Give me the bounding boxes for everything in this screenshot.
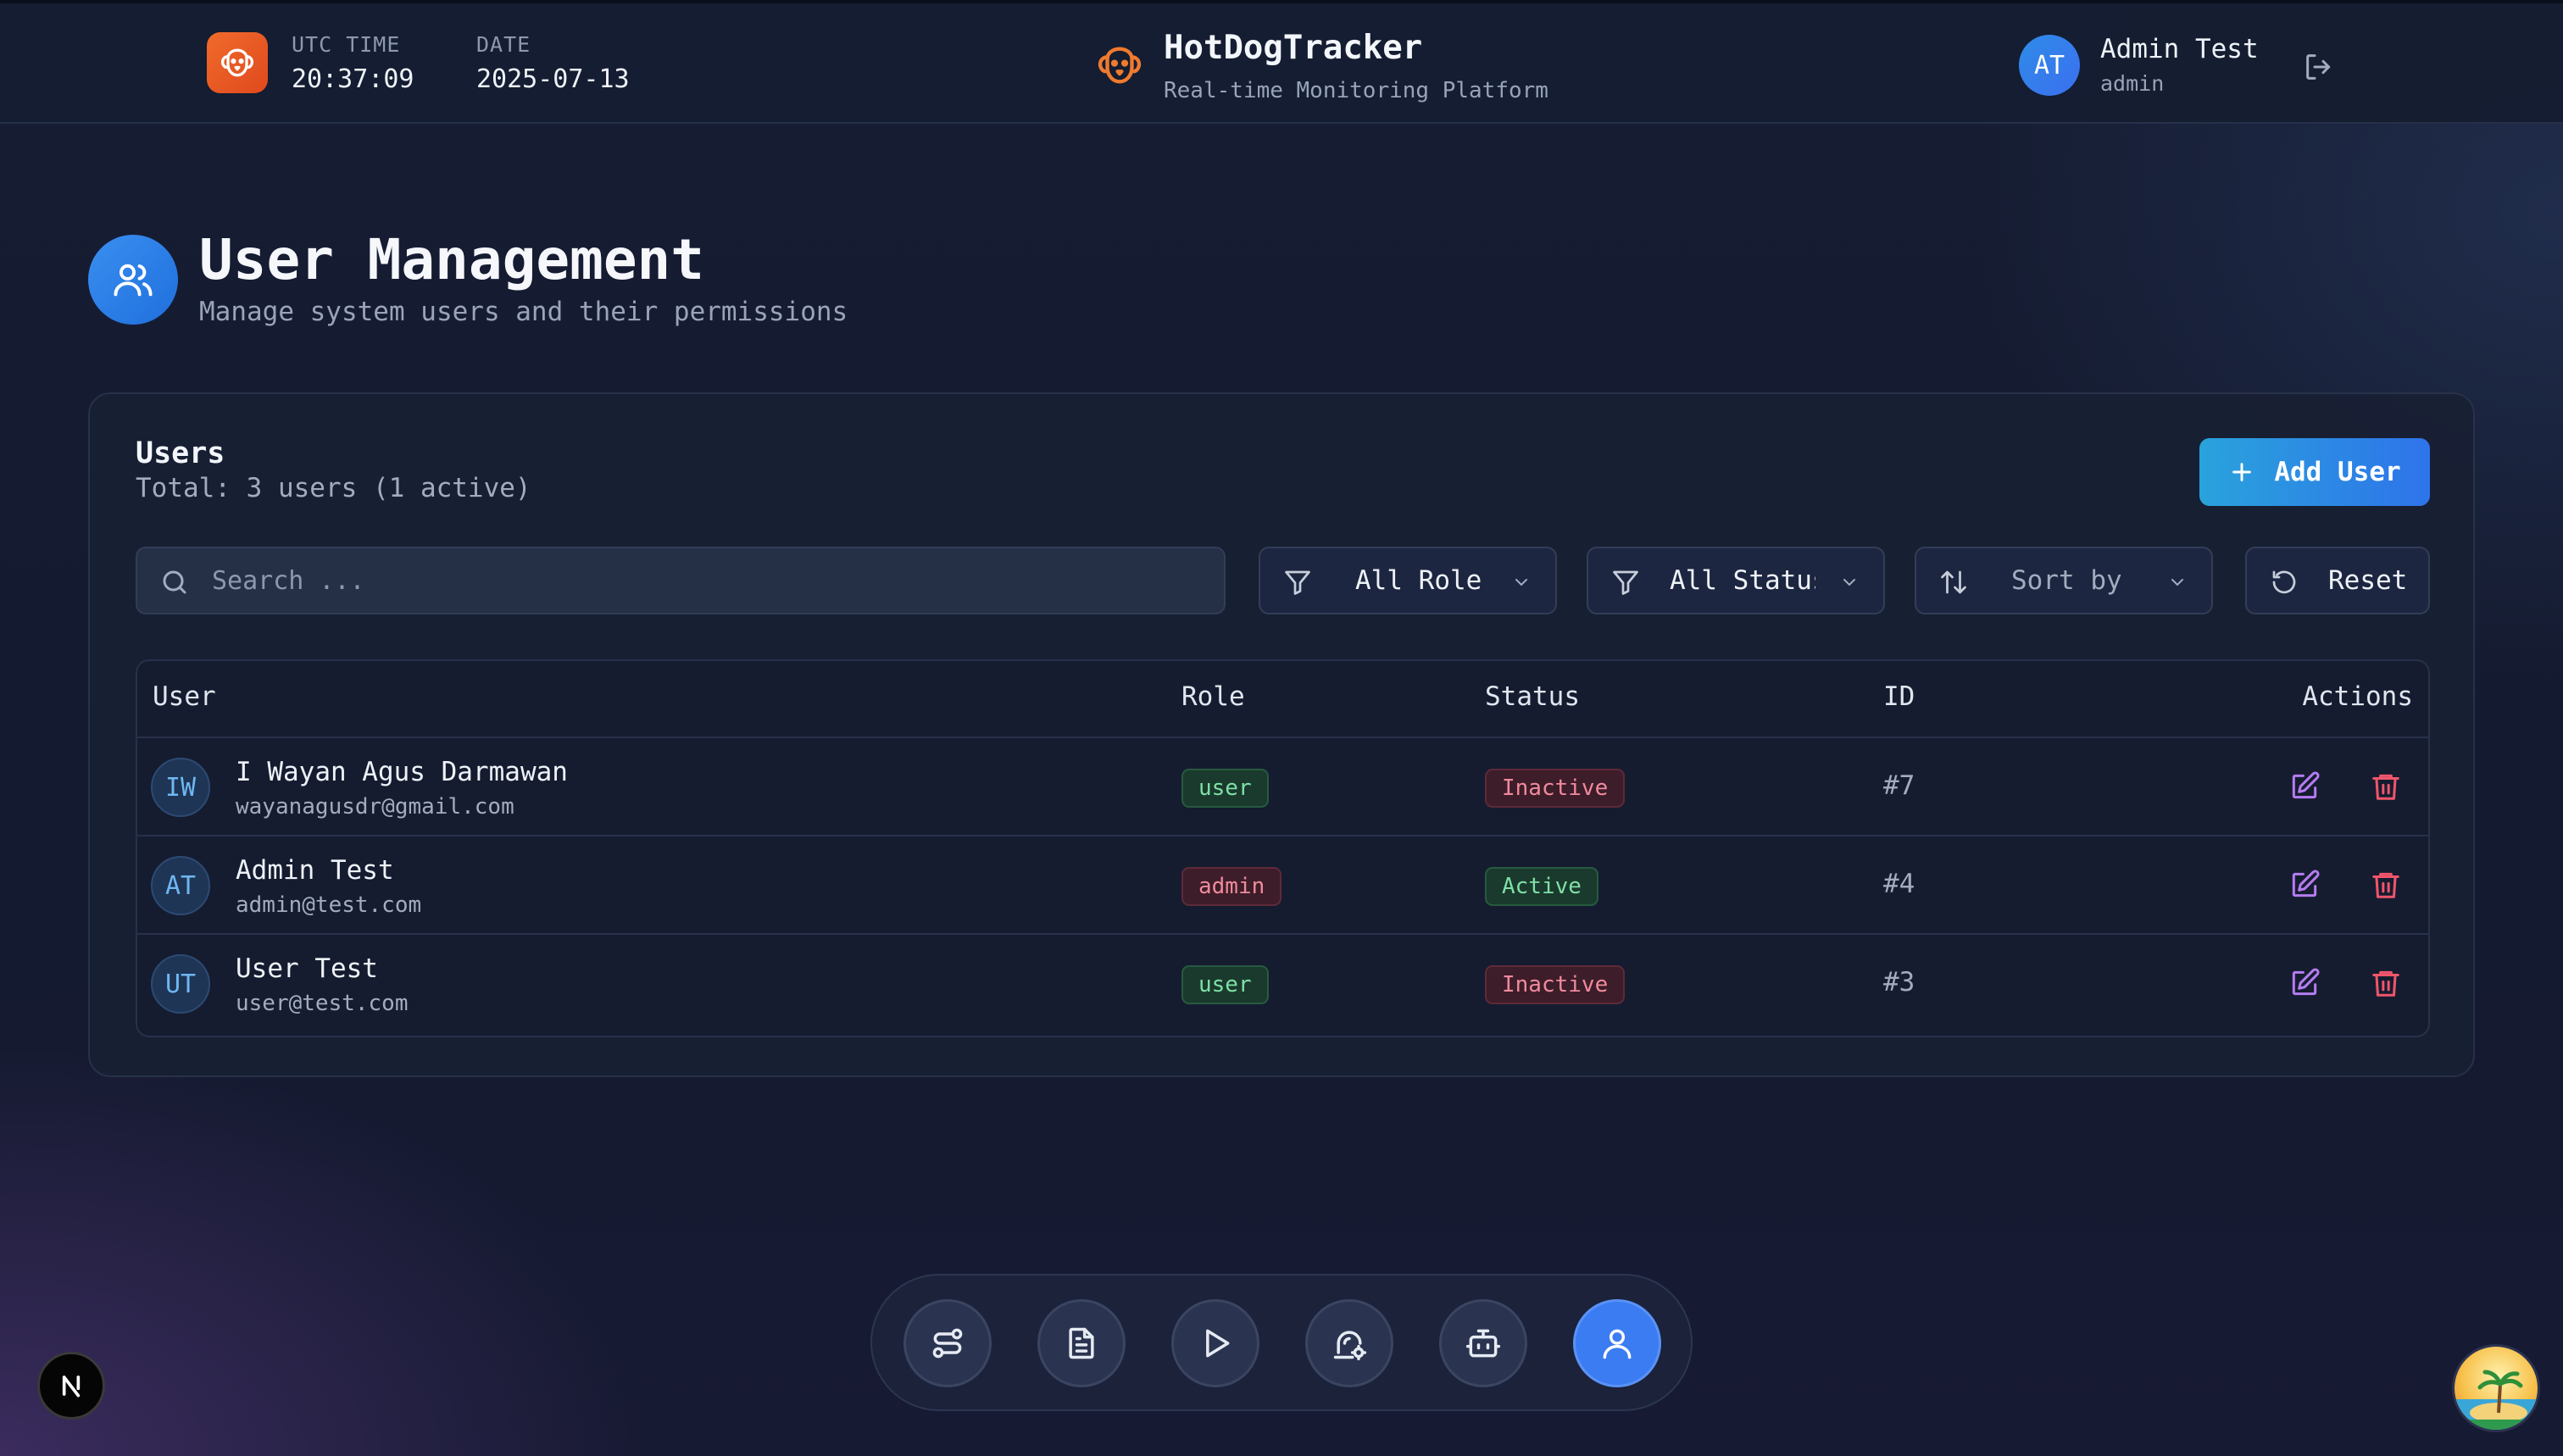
role-filter-value: All Role <box>1355 565 1482 596</box>
status-filter-select[interactable]: All Status <box>1587 547 1885 614</box>
play-icon <box>1206 1329 1230 1358</box>
dog-logo-icon <box>207 32 268 93</box>
document-icon <box>1069 1327 1094 1359</box>
route-icon <box>932 1328 963 1359</box>
bottom-dock <box>870 1274 1693 1411</box>
plus-icon <box>2232 463 2252 481</box>
column-header-status: Status <box>1485 681 1580 712</box>
status-badge: Inactive <box>1485 769 1626 808</box>
column-header-user: User <box>153 681 216 712</box>
dock-alarm-button[interactable] <box>1305 1299 1393 1387</box>
table-row: UT User Test user@test.com user Inactive… <box>137 935 2428 1033</box>
users-icon <box>88 235 178 325</box>
page-subtitle: Manage system users and their permission… <box>199 297 848 327</box>
avatar: AT <box>151 856 210 915</box>
date-value: 2025-07-13 <box>476 64 630 94</box>
table-row: IW I Wayan Agus Darmawan wayanagusdr@gma… <box>137 738 2428 836</box>
avatar: UT <box>151 954 210 1014</box>
table-row: AT Admin Test admin@test.com admin Activ… <box>137 836 2428 935</box>
reset-button[interactable]: Reset <box>2245 547 2430 614</box>
edit-icon[interactable] <box>2288 869 2321 901</box>
add-user-button[interactable]: Add User <box>2199 438 2430 506</box>
user-icon <box>1603 1329 1632 1359</box>
reset-label: Reset <box>2328 565 2408 596</box>
current-user-role: admin <box>2100 71 2165 96</box>
dock-route-button[interactable] <box>903 1299 992 1387</box>
dock-users-button[interactable] <box>1573 1299 1661 1387</box>
filter-icon <box>1613 570 1638 595</box>
avatar[interactable]: AT <box>2019 35 2080 96</box>
users-card: Users Total: 3 users (1 active) Add User… <box>88 392 2475 1077</box>
user-email: wayanagusdr@gmail.com <box>236 794 514 820</box>
bot-icon <box>1465 1329 1501 1358</box>
search-icon <box>163 570 186 594</box>
status-badge: Active <box>1485 867 1598 906</box>
status-badge: Inactive <box>1485 965 1626 1004</box>
user-name: User Test <box>236 953 378 984</box>
trash-icon[interactable] <box>2370 770 2402 803</box>
edit-icon[interactable] <box>2288 770 2321 803</box>
add-user-label: Add User <box>2274 457 2401 487</box>
user-id: #3 <box>1883 967 1915 998</box>
role-badge: user <box>1181 965 1269 1004</box>
role-badge: user <box>1181 769 1269 808</box>
logout-icon[interactable] <box>2302 50 2336 84</box>
role-badge: admin <box>1181 867 1282 906</box>
search-input[interactable] <box>212 548 1187 613</box>
column-header-actions: Actions <box>2302 681 2413 712</box>
column-header-role: Role <box>1181 681 1245 712</box>
user-email: admin@test.com <box>236 892 422 918</box>
role-filter-select[interactable]: All Role <box>1259 547 1557 614</box>
user-name: Admin Test <box>236 855 394 886</box>
status-filter-value: All Status <box>1670 565 1815 596</box>
user-name: I Wayan Agus Darmawan <box>236 757 568 787</box>
date-label: DATE <box>476 32 531 57</box>
page-title: User Management <box>199 227 705 292</box>
filter-icon <box>1285 570 1310 595</box>
user-email: user@test.com <box>236 991 409 1016</box>
search-field[interactable] <box>136 547 1226 614</box>
column-header-id: ID <box>1883 681 1915 712</box>
current-user-name: Admin Test <box>2100 34 2259 64</box>
users-table: User Role Status ID Actions IW I Wayan A… <box>136 659 2430 1037</box>
brand-title: HotDogTracker <box>1164 29 1423 67</box>
sort-value: Sort by <box>2011 565 2122 596</box>
sort-arrows-icon <box>1941 570 1966 594</box>
dog-brand-icon <box>1095 41 1144 90</box>
avatar: IW <box>151 758 210 817</box>
chevron-down-icon <box>2171 579 2183 586</box>
dock-reports-button[interactable] <box>1037 1299 1126 1387</box>
card-title: Users <box>136 436 225 470</box>
utc-time-value: 20:37:09 <box>292 64 414 94</box>
chevron-down-icon <box>1843 579 1855 586</box>
dock-bot-button[interactable] <box>1439 1299 1527 1387</box>
trash-icon[interactable] <box>2370 869 2402 901</box>
user-count-summary: Total: 3 users (1 active) <box>136 473 531 503</box>
dock-play-button[interactable] <box>1171 1299 1259 1387</box>
nextjs-devtools-icon[interactable] <box>37 1352 105 1420</box>
alarm-icon <box>1333 1331 1367 1361</box>
user-id: #4 <box>1883 869 1915 899</box>
utc-time-label: UTC TIME <box>292 32 401 57</box>
beach-avatar-icon[interactable] <box>2452 1344 2540 1432</box>
edit-icon[interactable] <box>2288 967 2321 999</box>
trash-icon[interactable] <box>2370 967 2402 999</box>
reset-icon <box>2272 570 2296 594</box>
brand-subtitle: Real-time Monitoring Platform <box>1164 78 1548 103</box>
chevron-down-icon <box>1515 579 1527 586</box>
sort-select[interactable]: Sort by <box>1915 547 2213 614</box>
top-header: UTC TIME 20:37:09 DATE 2025-07-13 HotDog… <box>0 3 2563 124</box>
user-id: #7 <box>1883 770 1915 801</box>
